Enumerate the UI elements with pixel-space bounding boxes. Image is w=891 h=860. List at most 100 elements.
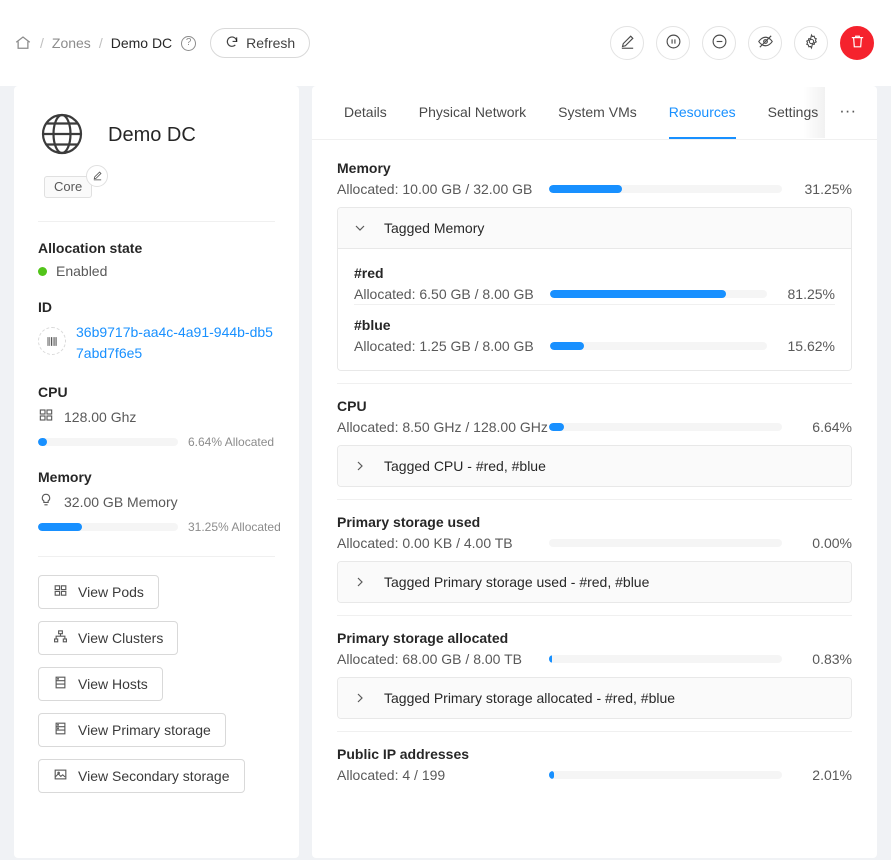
view-hosts-label: View Hosts <box>78 676 148 692</box>
eye-invisible-icon <box>757 33 774 53</box>
home-icon[interactable] <box>14 34 32 52</box>
refresh-button[interactable]: Refresh <box>210 28 310 58</box>
resource-group-cpu: CPU Allocated: 8.50 GHz / 128.00 GHz 6.6… <box>337 383 852 499</box>
core-tag[interactable]: Core <box>44 176 92 198</box>
edit-pencil-icon <box>92 168 103 184</box>
memory-progress-fill <box>38 523 82 531</box>
allocation-state-value-row: Enabled <box>38 263 275 279</box>
delete-action[interactable] <box>840 26 874 60</box>
tab-system-vms[interactable]: System VMs <box>542 86 653 139</box>
tab-settings[interactable]: Settings <box>752 86 835 139</box>
resource-group-memory: Memory Allocated: 10.00 GB / 32.00 GB 31… <box>337 160 852 383</box>
cpu-progress-fill <box>38 438 47 446</box>
cpu-block: CPU 128.00 Ghz 6.64% Allocated <box>38 384 275 449</box>
gear-icon <box>803 33 820 53</box>
tagged-primary-storage-used-panel: Tagged Primary storage used - #red, #blu… <box>337 561 852 603</box>
tagged-resource-item: #red Allocated: 6.50 GB / 8.00 GB 81.25% <box>354 253 835 304</box>
resource-title: Primary storage allocated <box>337 630 852 646</box>
help-circle-icon[interactable]: ? <box>181 36 196 51</box>
tagged-memory-panel-header[interactable]: Tagged Memory <box>338 208 851 249</box>
resource-allocated-text: Allocated: 4 / 199 <box>337 767 549 783</box>
resource-title: Memory <box>337 160 852 176</box>
memory-progress-track <box>38 523 178 531</box>
database-icon <box>53 721 68 739</box>
resource-progress-track <box>549 771 782 779</box>
tag-progress-fill <box>550 290 726 298</box>
tag-percent-label: 15.62% <box>779 338 835 354</box>
cluster-icon <box>53 629 68 647</box>
tag-name: #blue <box>354 317 835 333</box>
resource-group-primary-storage-allocated: Primary storage allocated Allocated: 68.… <box>337 615 852 731</box>
picture-icon <box>53 767 68 785</box>
cpu-progress-row: 6.64% Allocated <box>38 435 275 449</box>
page-body: Demo DC Core Allocation state Enabled ID <box>0 86 891 858</box>
memory-value: 32.00 GB Memory <box>64 494 178 510</box>
resource-progress-row: Allocated: 4 / 199 2.01% <box>337 767 852 783</box>
tagged-memory-panel: Tagged Memory #red Allocated: 6.50 GB / … <box>337 207 852 371</box>
view-primary-storage-button[interactable]: View Primary storage <box>38 713 226 747</box>
pause-action[interactable] <box>656 26 690 60</box>
refresh-label: Refresh <box>246 35 295 51</box>
resource-group-primary-storage-used: Primary storage used Allocated: 0.00 KB … <box>337 499 852 615</box>
resource-percent-label: 31.25% <box>794 181 852 197</box>
id-value-row: 36b9717b-aa4c-4a91-944b-db57abd7f6e5 <box>38 322 275 364</box>
resource-progress-row: Allocated: 8.50 GHz / 128.00 GHz 6.64% <box>337 419 852 435</box>
resource-progress-track <box>549 539 782 547</box>
trash-icon <box>849 33 866 53</box>
tag-progress-row: Allocated: 1.25 GB / 8.00 GB 15.62% <box>354 338 835 354</box>
view-clusters-button[interactable]: View Clusters <box>38 621 178 655</box>
chevron-right-icon <box>354 576 366 588</box>
breadcrumb: / Zones / Demo DC ? <box>14 34 196 52</box>
tab-resources[interactable]: Resources <box>653 86 752 139</box>
globe-icon <box>38 110 86 161</box>
memory-block: Memory 32.00 GB Memory 31.25% Allocated <box>38 469 275 534</box>
tagged-primary-storage-allocated-panel: Tagged Primary storage allocated - #red,… <box>337 677 852 719</box>
view-primary-storage-label: View Primary storage <box>78 722 211 738</box>
resource-title: Public IP addresses <box>337 746 852 762</box>
breadcrumb-current: Demo DC <box>111 35 172 51</box>
zone-view-buttons: View Pods View Clusters <box>38 575 275 793</box>
tagged-cpu-panel-label: Tagged CPU - #red, #blue <box>384 458 546 474</box>
breadcrumb-zones-link[interactable]: Zones <box>52 35 91 51</box>
zone-header: Demo DC <box>38 110 275 161</box>
tagged-cpu-panel-header[interactable]: Tagged CPU - #red, #blue <box>338 446 851 486</box>
tagged-cpu-panel: Tagged CPU - #red, #blue <box>337 445 852 487</box>
resource-group-public-ip-addresses: Public IP addresses Allocated: 4 / 199 2… <box>337 731 852 795</box>
resource-progress-row: Allocated: 68.00 GB / 8.00 TB 0.83% <box>337 651 852 667</box>
memory-label: Memory <box>38 469 275 485</box>
resource-progress-fill <box>549 185 622 193</box>
resource-progress-track <box>549 185 782 193</box>
status-dot-icon <box>38 267 47 276</box>
cpu-value-row: 128.00 Ghz <box>38 407 275 426</box>
tag-allocated-text: Allocated: 1.25 GB / 8.00 GB <box>354 338 550 354</box>
host-icon <box>53 675 68 693</box>
tag-progress-track <box>550 290 767 298</box>
tagged-primary-storage-allocated-panel-header[interactable]: Tagged Primary storage allocated - #red,… <box>338 678 851 718</box>
zone-id-link[interactable]: 36b9717b-aa4c-4a91-944b-db57abd7f6e5 <box>76 322 275 364</box>
resource-progress-fill <box>549 655 552 663</box>
resource-allocated-text: Allocated: 8.50 GHz / 128.00 GHz <box>337 419 549 435</box>
chevron-right-icon <box>354 692 366 704</box>
tag-allocated-text: Allocated: 6.50 GB / 8.00 GB <box>354 286 550 302</box>
zone-info-card: Demo DC Core Allocation state Enabled ID <box>14 86 299 858</box>
edit-zone-badge-button[interactable] <box>86 165 108 187</box>
chevron-down-icon <box>354 222 366 234</box>
edit-action[interactable] <box>610 26 644 60</box>
resource-allocated-text: Allocated: 10.00 GB / 32.00 GB <box>337 181 549 197</box>
header-actions <box>610 26 874 60</box>
tagged-resource-item: #blue Allocated: 1.25 GB / 8.00 GB 15.62… <box>354 304 835 356</box>
tab-details[interactable]: Details <box>328 86 403 139</box>
resource-allocated-text: Allocated: 68.00 GB / 8.00 TB <box>337 651 549 667</box>
resource-progress-track <box>549 655 782 663</box>
tab-physical-network[interactable]: Physical Network <box>403 86 542 139</box>
disable-action[interactable] <box>702 26 736 60</box>
hide-action[interactable] <box>748 26 782 60</box>
tab-overflow-button[interactable]: ··· <box>834 86 861 139</box>
tag-progress-row: Allocated: 6.50 GB / 8.00 GB 81.25% <box>354 286 835 302</box>
settings-action[interactable] <box>794 26 828 60</box>
view-secondary-storage-button[interactable]: View Secondary storage <box>38 759 245 793</box>
view-pods-button[interactable]: View Pods <box>38 575 159 609</box>
view-hosts-button[interactable]: View Hosts <box>38 667 163 701</box>
tag-percent-label: 81.25% <box>779 286 835 302</box>
tagged-primary-storage-used-panel-header[interactable]: Tagged Primary storage used - #red, #blu… <box>338 562 851 602</box>
